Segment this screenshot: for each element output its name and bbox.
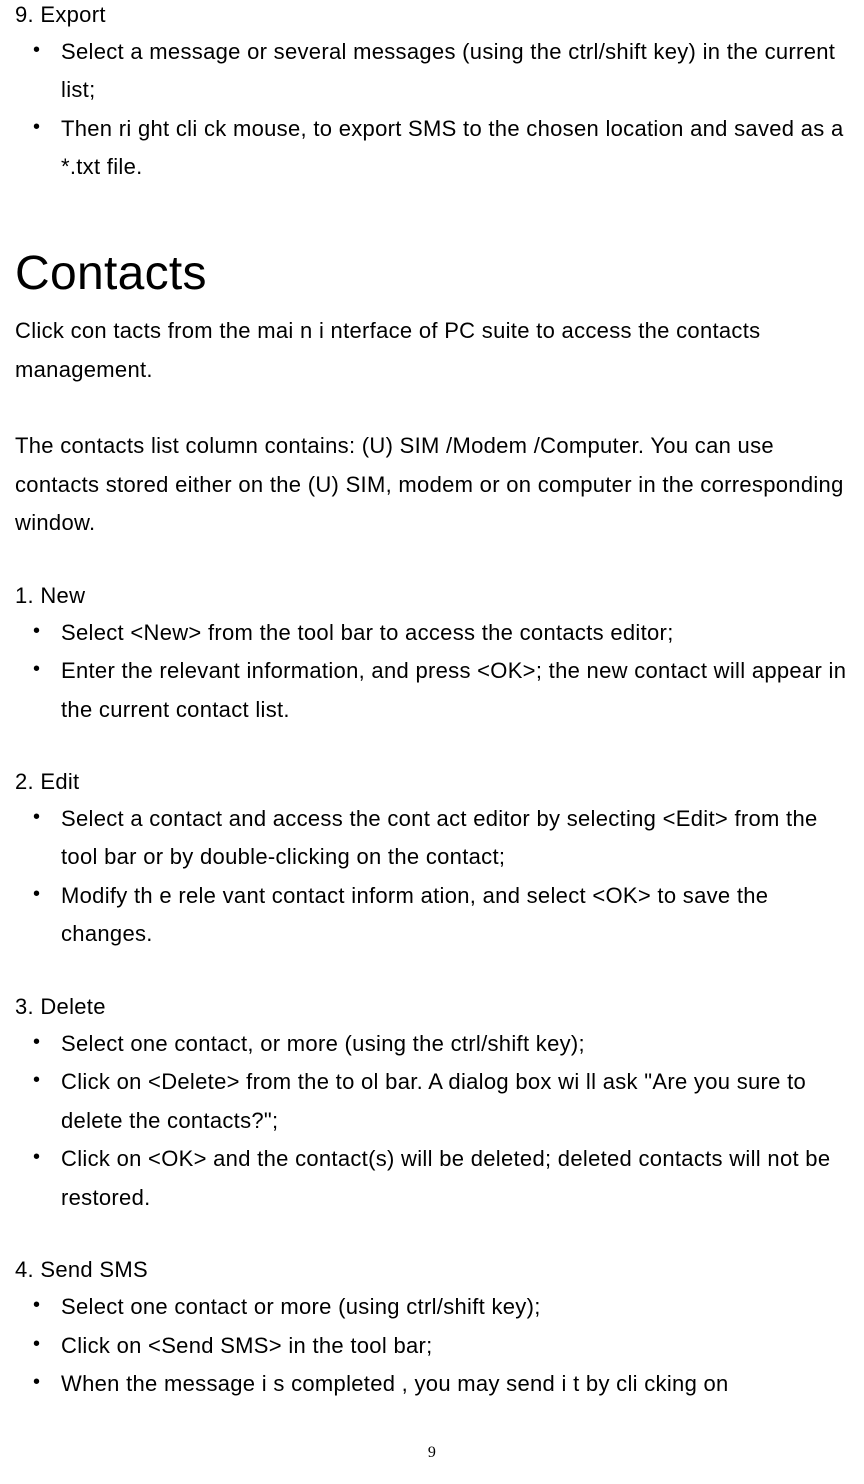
- section-2-bullets: Select a contact and access the cont act…: [15, 800, 849, 954]
- section-9-title: 9. Export: [15, 0, 849, 31]
- section-2-title: 2. Edit: [15, 767, 849, 798]
- list-item: Select one contact or more (using ctrl/s…: [37, 1288, 849, 1327]
- page-number: 9: [0, 1444, 864, 1462]
- list-item: When the message i s completed , you may…: [37, 1365, 849, 1404]
- contacts-intro-2: The contacts list column contains: (U) S…: [15, 427, 849, 543]
- section-1-title: 1. New: [15, 581, 849, 612]
- list-item: Select one contact, or more (using the c…: [37, 1025, 849, 1064]
- list-item: Select a contact and access the cont act…: [37, 800, 849, 877]
- list-item: Click on <Send SMS> in the tool bar;: [37, 1327, 849, 1366]
- list-item: Select a message or several messages (us…: [37, 33, 849, 110]
- contacts-heading: Contacts: [15, 245, 849, 303]
- list-item: Select <New> from the tool bar to access…: [37, 614, 849, 653]
- contacts-intro-1: Click con tacts from the mai n i nterfac…: [15, 312, 849, 389]
- list-item: Then ri ght cli ck mouse, to export SMS …: [37, 110, 849, 187]
- list-item: Click on <Delete> from the to ol bar. A …: [37, 1063, 849, 1140]
- section-3-title: 3. Delete: [15, 992, 849, 1023]
- section-4-title: 4. Send SMS: [15, 1255, 849, 1286]
- section-4-bullets: Select one contact or more (using ctrl/s…: [15, 1288, 849, 1404]
- list-item: Enter the relevant information, and pres…: [37, 652, 849, 729]
- section-3-bullets: Select one contact, or more (using the c…: [15, 1025, 849, 1218]
- section-9-bullets: Select a message or several messages (us…: [15, 33, 849, 187]
- list-item: Click on <OK> and the contact(s) will be…: [37, 1140, 849, 1217]
- section-1-bullets: Select <New> from the tool bar to access…: [15, 614, 849, 730]
- list-item: Modify th e rele vant contact inform ati…: [37, 877, 849, 954]
